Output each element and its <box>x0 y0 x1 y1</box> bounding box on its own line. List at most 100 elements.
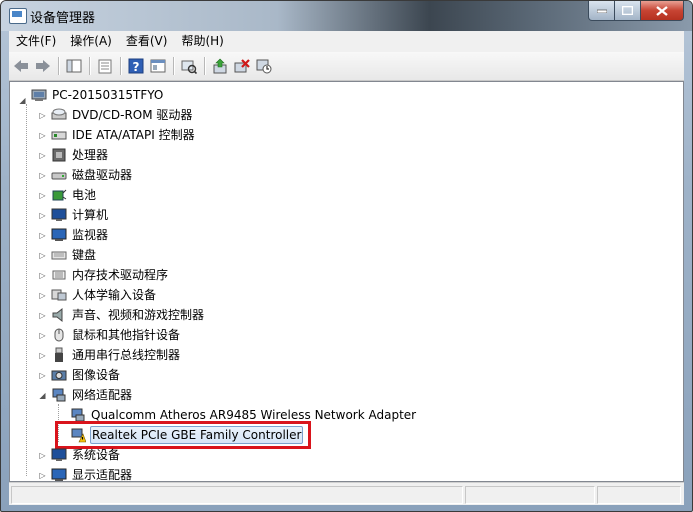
expand-icon[interactable]: ▷ <box>38 171 47 180</box>
toolbar: ? <box>9 52 684 81</box>
tree-item-label: 显示适配器 <box>72 468 133 482</box>
menu-view[interactable]: 查看(V) <box>119 31 175 51</box>
display-adapter-icon <box>51 467 67 481</box>
tree-item-label: 声音、视频和游戏控制器 <box>72 308 205 322</box>
collapse-icon[interactable]: ◢ <box>18 96 27 105</box>
expand-icon[interactable]: ▷ <box>38 251 47 260</box>
tree-item-computer[interactable]: ▷ 计算机 <box>38 205 109 225</box>
ide-controller-icon <box>51 127 67 143</box>
svg-text:?: ? <box>133 60 140 74</box>
tree-item-mouse[interactable]: ▷ 鼠标和其他指针设备 <box>38 325 181 345</box>
system-device-icon <box>51 447 67 463</box>
device-manager-app-icon <box>9 8 27 24</box>
sound-icon <box>51 307 67 323</box>
help-icon: ? <box>128 58 144 74</box>
menu-bar: 文件(F) 操作(A) 查看(V) 帮助(H) <box>9 31 684 52</box>
scan-hardware-button[interactable] <box>180 57 198 75</box>
tree-item-label: 图像设备 <box>72 368 121 382</box>
tree-item-hid[interactable]: ▷ 人体学输入设备 <box>38 285 157 305</box>
properties-button[interactable] <box>96 57 114 75</box>
tree-item-dvd[interactable]: ▷ DVD/CD-ROM 驱动器 <box>38 105 193 125</box>
tree-item-keyboard[interactable]: ▷ 键盘 <box>38 245 97 265</box>
tree-item-label: 人体学输入设备 <box>72 288 157 302</box>
help-button[interactable]: ? <box>127 57 145 75</box>
menu-file[interactable]: 文件(F) <box>9 31 63 51</box>
view-button[interactable] <box>149 57 167 75</box>
tree-root-label: PC-20150315TFYO <box>52 88 164 102</box>
tree-item-system[interactable]: ▷ 系统设备 <box>38 445 121 465</box>
window-title: 设备管理器 <box>30 11 96 26</box>
tree-item-sound[interactable]: ▷ 声音、视频和游戏控制器 <box>38 305 205 325</box>
expand-icon[interactable]: ▷ <box>38 351 47 360</box>
processor-icon <box>51 147 67 163</box>
forward-icon <box>36 60 50 72</box>
minimize-icon <box>596 9 607 13</box>
close-icon <box>656 5 668 16</box>
tree-item-monitor[interactable]: ▷ 监视器 <box>38 225 109 245</box>
uninstall-button[interactable] <box>233 57 251 75</box>
disable-device-icon <box>256 59 272 74</box>
collapse-icon[interactable]: ◢ <box>38 391 47 400</box>
expand-icon[interactable]: ▷ <box>38 151 47 160</box>
tree-item-memory[interactable]: ▷ 内存技术驱动程序 <box>38 265 169 285</box>
tree-item-label: 系统设备 <box>72 448 121 462</box>
menu-action[interactable]: 操作(A) <box>63 31 119 51</box>
back-button[interactable] <box>12 57 30 75</box>
status-bar <box>9 482 684 505</box>
tree-item-label: 网络适配器 <box>72 388 133 402</box>
view-icon <box>150 59 166 73</box>
expand-icon[interactable]: ▷ <box>38 131 47 140</box>
dvd-drive-icon <box>51 107 67 123</box>
disable-device-button[interactable] <box>255 57 273 75</box>
scan-hardware-icon <box>181 60 197 74</box>
device-tree-pane[interactable]: ◢ PC-20150315TFYO ▷ DVD/CD-ROM 驱动器 ▷ IDE… <box>9 81 684 482</box>
memory-tech-icon <box>51 267 67 283</box>
expand-icon[interactable]: ▷ <box>38 211 47 220</box>
expand-icon[interactable]: ▷ <box>38 311 47 320</box>
tree-item-label: DVD/CD-ROM 驱动器 <box>72 108 193 122</box>
tree-item-label: 处理器 <box>72 148 109 162</box>
expand-icon[interactable]: ▷ <box>38 111 47 120</box>
usb-icon <box>51 347 67 363</box>
tree-item-battery[interactable]: ▷ 电池 <box>38 185 97 205</box>
hid-icon <box>51 287 67 303</box>
back-icon <box>14 60 28 72</box>
expand-icon[interactable]: ▷ <box>38 291 47 300</box>
expand-icon[interactable]: ▷ <box>38 231 47 240</box>
tree-item-network[interactable]: ◢ 网络适配器 <box>38 385 133 405</box>
network-adapter-icon <box>51 387 67 403</box>
maximize-button[interactable] <box>615 1 641 21</box>
computer-root-icon <box>31 87 47 103</box>
disk-drive-icon <box>51 167 67 183</box>
title-bar[interactable]: 设备管理器 <box>1 1 692 31</box>
minimize-button[interactable] <box>588 1 615 21</box>
expand-icon[interactable]: ▷ <box>38 271 47 280</box>
console-tree-icon <box>66 59 82 73</box>
console-tree-button[interactable] <box>65 57 83 75</box>
tree-item-ide[interactable]: ▷ IDE ATA/ATAPI 控制器 <box>38 125 196 145</box>
tree-item-label: 通用串行总线控制器 <box>72 348 181 362</box>
forward-button[interactable] <box>34 57 52 75</box>
maximize-icon <box>622 6 633 15</box>
tree-item-display[interactable]: ▷ 显示适配器 <box>38 465 133 482</box>
status-cell-right <box>597 486 681 504</box>
tree-root[interactable]: ◢ PC-20150315TFYO <box>18 85 164 105</box>
tree-item-imaging[interactable]: ▷ 图像设备 <box>38 365 121 385</box>
tree-item-usb[interactable]: ▷ 通用串行总线控制器 <box>38 345 181 365</box>
expand-icon[interactable]: ▷ <box>38 191 47 200</box>
tree-item-label: 电池 <box>72 188 97 202</box>
expand-icon[interactable]: ▷ <box>38 331 47 340</box>
expand-icon[interactable]: ▷ <box>38 451 47 460</box>
tree-item-disk[interactable]: ▷ 磁盘驱动器 <box>38 165 133 185</box>
status-cell-main <box>11 486 463 504</box>
menu-help[interactable]: 帮助(H) <box>174 31 230 51</box>
tree-item-processor[interactable]: ▷ 处理器 <box>38 145 109 165</box>
update-driver-button[interactable] <box>211 57 229 75</box>
status-cell-middle <box>465 486 595 504</box>
expand-icon[interactable]: ▷ <box>38 371 47 380</box>
close-button[interactable] <box>641 1 684 21</box>
keyboard-icon <box>51 247 67 263</box>
tree-item-label: 内存技术驱动程序 <box>72 268 169 282</box>
imaging-icon <box>51 367 67 383</box>
expand-icon[interactable]: ▷ <box>38 471 47 480</box>
